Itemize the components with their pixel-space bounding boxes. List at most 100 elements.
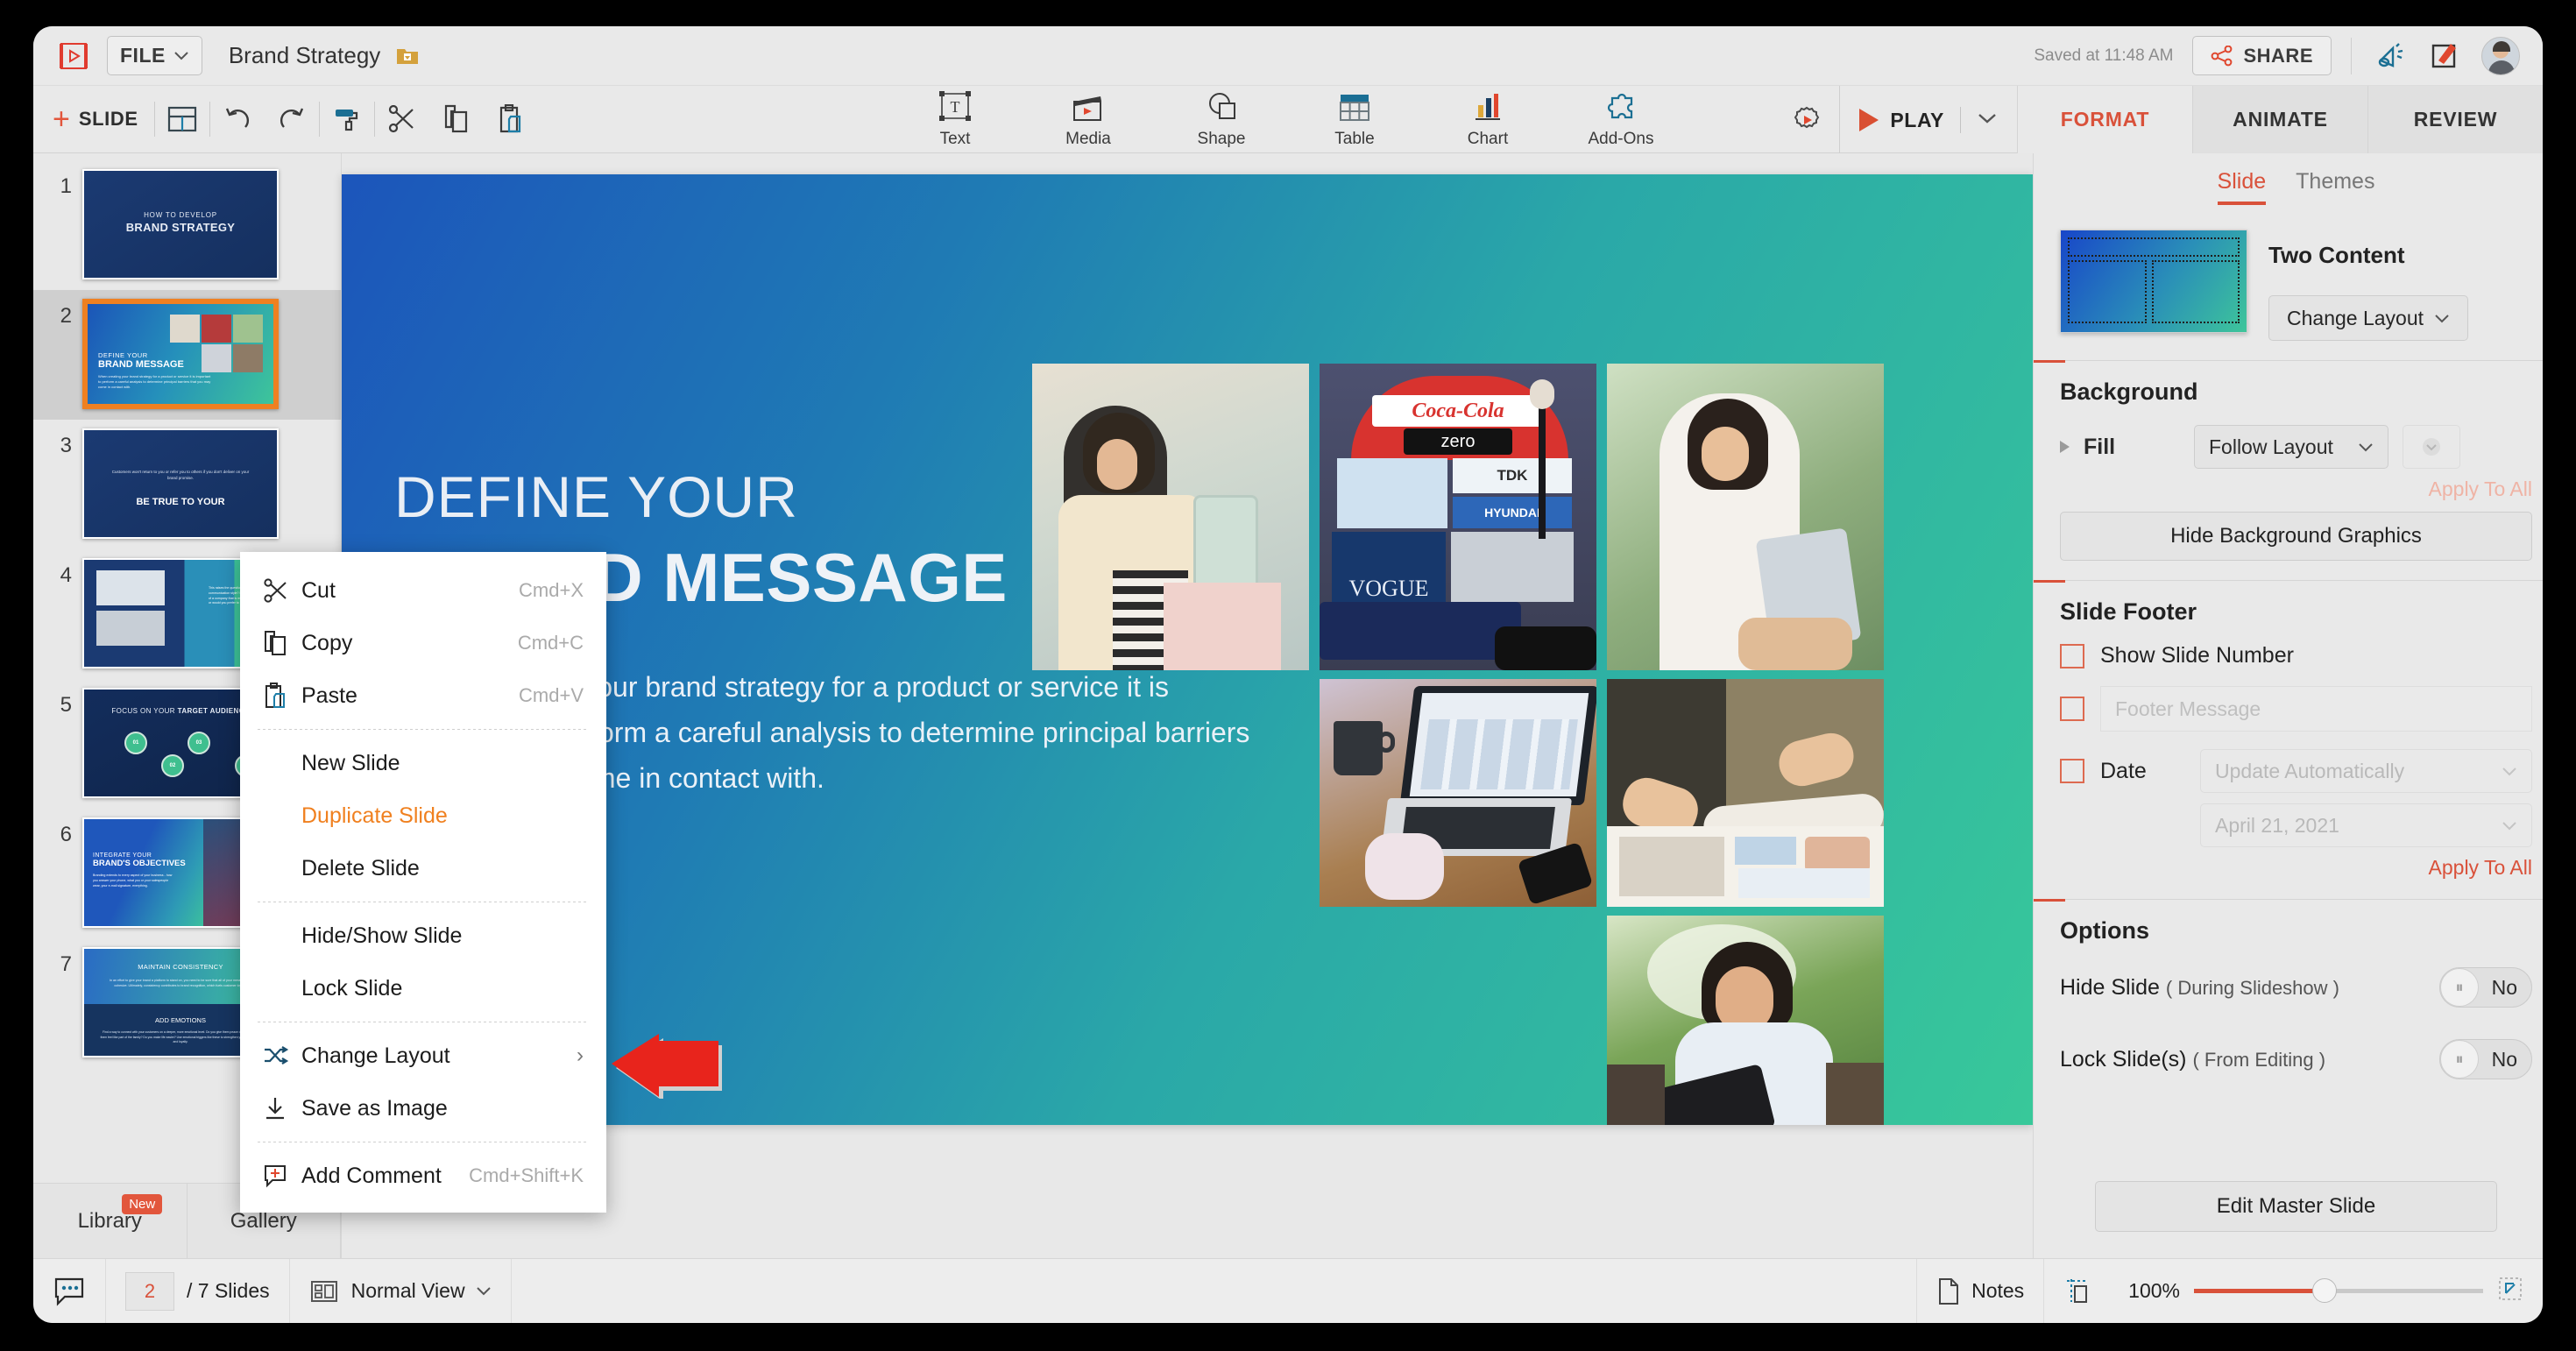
- play-button[interactable]: PLAY: [1859, 109, 1944, 132]
- lock-slide-row: Lock Slide(s) ( From Editing ) ⏸ No: [2060, 1039, 2532, 1079]
- expand-triangle-icon[interactable]: [2060, 441, 2070, 453]
- background-apply-to-all[interactable]: Apply To All: [2034, 469, 2543, 501]
- slide-title-line1[interactable]: DEFINE YOUR: [394, 463, 798, 530]
- slide-layout-icon[interactable]: [155, 95, 209, 144]
- clapperboard-icon: [1069, 89, 1108, 126]
- tool-text[interactable]: T Text: [908, 89, 1002, 149]
- fill-select[interactable]: Follow Layout: [2194, 425, 2388, 469]
- play-group: PLAY: [1839, 86, 2017, 154]
- paste-icon[interactable]: [484, 95, 538, 144]
- slide-thumb-row-1[interactable]: 1 HOW TO DEVELOP BRAND STRATEGY: [33, 160, 341, 290]
- slide-thumb-row-3[interactable]: 3 Customers won't return to you or refer…: [33, 420, 341, 549]
- tool-table[interactable]: Table: [1307, 89, 1402, 149]
- comment-button[interactable]: [33, 1259, 106, 1324]
- zoom-control[interactable]: 100%: [2109, 1259, 2543, 1324]
- change-layout-button[interactable]: Change Layout: [2268, 295, 2468, 341]
- footer-message-input[interactable]: Footer Message: [2100, 686, 2532, 732]
- document-title[interactable]: Brand Strategy: [229, 42, 380, 69]
- share-label: SHARE: [2243, 45, 2313, 67]
- slide-number: 3: [33, 428, 82, 458]
- copy-icon[interactable]: [429, 95, 484, 144]
- hide-background-graphics-button[interactable]: Hide Background Graphics: [2060, 512, 2532, 561]
- date-checkbox[interactable]: [2060, 759, 2084, 783]
- slide-thumbnail[interactable]: Customers won't return to you or refer y…: [82, 428, 279, 539]
- tab-animate[interactable]: ANIMATE: [2192, 86, 2367, 154]
- guides-button[interactable]: [2043, 1259, 2109, 1324]
- slide-thumbnail[interactable]: HOW TO DEVELOP BRAND STRATEGY: [82, 169, 279, 279]
- share-button[interactable]: SHARE: [2192, 36, 2332, 75]
- menu-item-save-as-image[interactable]: Save as Image: [240, 1082, 606, 1135]
- download-icon: [263, 1096, 301, 1121]
- slide-thumb-row-2[interactable]: 2 DEFINE YOUR BRAND MESSAGE When creatin…: [33, 290, 341, 420]
- edit-note-icon[interactable]: [2425, 37, 2464, 75]
- date-mode-select[interactable]: Update Automatically: [2200, 749, 2532, 793]
- gear-play-icon[interactable]: [1780, 95, 1834, 145]
- date-value-select[interactable]: April 21, 2021: [2200, 803, 2532, 847]
- tool-addons[interactable]: Add-Ons: [1574, 89, 1668, 149]
- menu-item-cut[interactable]: Cut Cmd+X: [240, 564, 606, 617]
- lock-slide-toggle[interactable]: ⏸ No: [2439, 1039, 2532, 1079]
- tool-media[interactable]: Media: [1041, 89, 1136, 149]
- date-row[interactable]: Date Update Automatically: [2060, 749, 2532, 793]
- avatar[interactable]: [2481, 37, 2520, 75]
- date-label: Date: [2100, 759, 2184, 784]
- tab-review[interactable]: REVIEW: [2367, 86, 2543, 154]
- zoom-slider[interactable]: [2194, 1289, 2483, 1293]
- file-menu-button[interactable]: FILE: [107, 36, 202, 75]
- menu-item-lock-slide[interactable]: Lock Slide: [240, 962, 606, 1015]
- footer-message-checkbox[interactable]: [2060, 697, 2084, 721]
- menu-item-copy[interactable]: Copy Cmd+C: [240, 617, 606, 669]
- zoom-slider-knob[interactable]: [2312, 1278, 2337, 1303]
- presentation-play-icon[interactable]: [56, 40, 91, 72]
- photo-woman-tablet-outdoor[interactable]: [1607, 364, 1884, 670]
- tool-label: Text: [940, 130, 971, 149]
- undo-icon[interactable]: [210, 95, 265, 144]
- hide-slide-label: Hide Slide ( During Slideshow ): [2060, 975, 2339, 1001]
- divider: [2034, 580, 2543, 581]
- subtab-themes[interactable]: Themes: [2296, 169, 2374, 205]
- show-slide-number-row[interactable]: Show Slide Number: [2060, 643, 2532, 668]
- tool-shape[interactable]: Shape: [1174, 89, 1269, 149]
- play-dropdown-button[interactable]: [1977, 112, 1998, 129]
- color-dropdown-icon[interactable]: [2403, 425, 2460, 469]
- photo-man-tablet-garden[interactable]: [1607, 916, 1884, 1125]
- menu-item-change-layout[interactable]: Change Layout ›: [240, 1029, 606, 1082]
- page-indicator[interactable]: 2 / 7 Slides: [106, 1259, 290, 1324]
- show-slide-number-checkbox[interactable]: [2060, 644, 2084, 668]
- photo-magazine-meeting[interactable]: [1607, 679, 1884, 907]
- footer-message-row[interactable]: Footer Message: [2060, 686, 2532, 732]
- menu-item-delete-slide[interactable]: Delete Slide: [240, 842, 606, 895]
- view-mode-selector[interactable]: Normal View: [290, 1259, 512, 1324]
- photo-laptop-coffee[interactable]: [1320, 679, 1596, 907]
- scissors-icon[interactable]: [375, 95, 429, 144]
- edit-master-slide-button[interactable]: Edit Master Slide: [2095, 1181, 2497, 1232]
- tool-chart[interactable]: Chart: [1440, 89, 1535, 149]
- add-slide-button[interactable]: + SLIDE: [53, 104, 154, 134]
- hide-slide-toggle[interactable]: ⏸ No: [2439, 967, 2532, 1008]
- notes-button[interactable]: Notes: [1916, 1259, 2043, 1324]
- layout-preview-thumbnail[interactable]: [2060, 230, 2247, 333]
- slide-thumbnail[interactable]: DEFINE YOUR BRAND MESSAGE When creating …: [82, 299, 279, 409]
- menu-item-hide-show-slide[interactable]: Hide/Show Slide: [240, 909, 606, 962]
- folder-save-icon[interactable]: [396, 46, 419, 67]
- photo-woman-tablet-cafe[interactable]: [1032, 364, 1309, 670]
- fit-to-screen-icon[interactable]: [2497, 1276, 2523, 1306]
- tab-library[interactable]: Library New: [33, 1184, 188, 1258]
- date-value-row[interactable]: April 21, 2021: [2060, 803, 2532, 847]
- menu-item-shortcut: Cmd+Shift+K: [469, 1164, 584, 1187]
- menu-item-duplicate-slide[interactable]: Duplicate Slide: [240, 789, 606, 842]
- format-painter-icon[interactable]: [320, 95, 374, 144]
- redo-icon[interactable]: [265, 95, 319, 144]
- menu-item-new-slide[interactable]: New Slide: [240, 737, 606, 789]
- slide-context-menu[interactable]: Cut Cmd+X Copy Cmd+C Paste Cmd+V New Sli…: [240, 552, 606, 1213]
- photo-grid[interactable]: Coca-Cola zero TDK HYUNDAI VOGUE: [1032, 206, 2005, 942]
- menu-item-add-comment[interactable]: Add Comment Cmd+Shift+K: [240, 1149, 606, 1202]
- photo-piccadilly-billboards[interactable]: Coca-Cola zero TDK HYUNDAI VOGUE: [1320, 364, 1596, 670]
- subtab-slide[interactable]: Slide: [2218, 169, 2267, 205]
- tab-format[interactable]: FORMAT: [2017, 86, 2192, 154]
- menu-item-paste[interactable]: Paste Cmd+V: [240, 669, 606, 722]
- footer-apply-to-all[interactable]: Apply To All: [2034, 847, 2543, 880]
- fill-row: Fill Follow Layout: [2060, 425, 2532, 469]
- megaphone-icon[interactable]: [2371, 37, 2410, 75]
- current-page-input[interactable]: 2: [125, 1272, 174, 1311]
